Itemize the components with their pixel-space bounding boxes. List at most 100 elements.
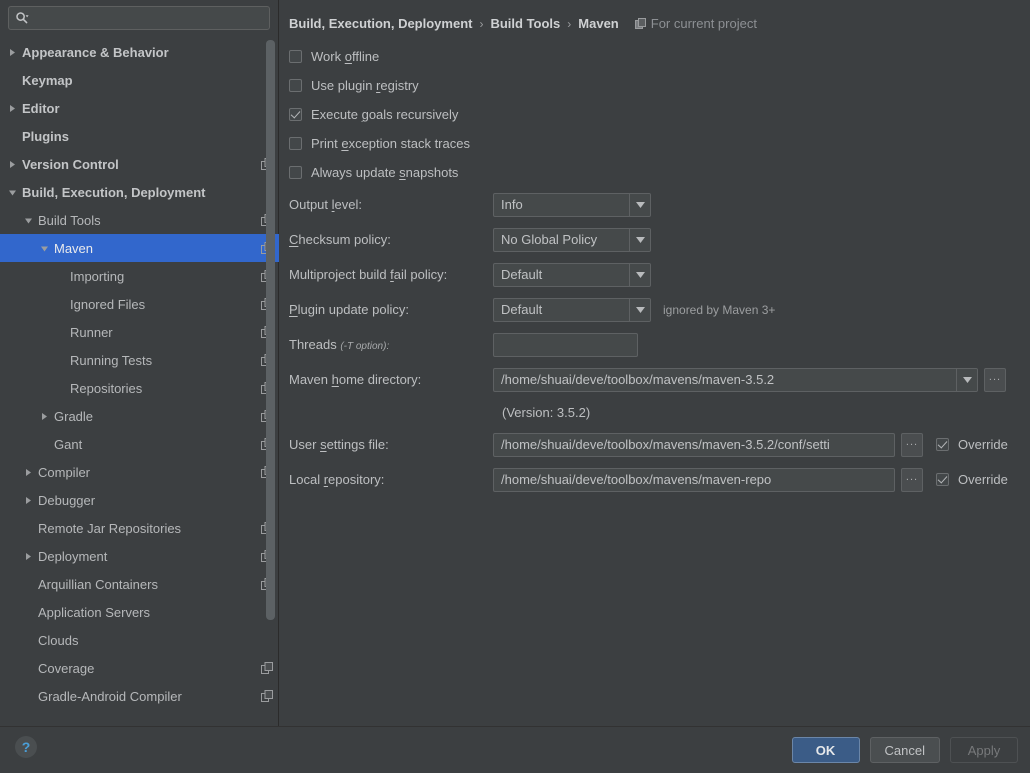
checksum-policy-value: No Global Policy bbox=[501, 232, 598, 247]
chevron-down-icon[interactable] bbox=[38, 242, 51, 255]
sidebar-item-gradle-android-compiler[interactable]: Gradle-Android Compiler bbox=[0, 682, 279, 710]
sidebar-item-remote-jar-repositories[interactable]: Remote Jar Repositories bbox=[0, 514, 279, 542]
maven-home-combobox[interactable]: /home/shuai/deve/toolbox/mavens/maven-3.… bbox=[493, 367, 978, 392]
sidebar-item-application-servers[interactable]: Application Servers bbox=[0, 598, 279, 626]
sidebar-item-build-execution-deployment[interactable]: Build, Execution, Deployment bbox=[0, 178, 279, 206]
breadcrumb-item-0[interactable]: Build, Execution, Deployment bbox=[289, 16, 472, 31]
sidebar-item-build-tools[interactable]: Build Tools bbox=[0, 206, 279, 234]
settings-tree: Appearance & Behavior Keymap Editor Plugins… bbox=[0, 36, 279, 710]
sidebar-item-label: Compiler bbox=[38, 464, 91, 480]
chevron-down-icon[interactable] bbox=[629, 193, 650, 216]
help-button[interactable]: ? bbox=[15, 736, 37, 758]
cancel-button[interactable]: Cancel bbox=[869, 737, 940, 763]
maven-home-label: Maven home directory: bbox=[289, 372, 422, 387]
maven-home-browse-button[interactable]: ... bbox=[984, 367, 1006, 392]
sidebar-item-label: Ignored Files bbox=[70, 296, 146, 312]
sidebar-item-repositories[interactable]: Repositories bbox=[0, 374, 279, 402]
maven-checkbox-list: Work offline Use plugin registry Execute g… bbox=[289, 42, 1030, 187]
sidebar-scrollbar-thumb[interactable] bbox=[266, 40, 275, 620]
sidebar-item-label: Running Tests bbox=[70, 352, 153, 368]
chevron-down-icon[interactable] bbox=[629, 263, 650, 286]
output-level-label: Output level: bbox=[289, 197, 362, 212]
chevron-right-icon[interactable] bbox=[6, 158, 19, 171]
local-repository-input[interactable]: /home/shuai/deve/toolbox/mavens/maven-re… bbox=[493, 467, 895, 492]
checksum-policy-combobox[interactable]: No Global Policy bbox=[493, 227, 651, 252]
plugin-update-policy-combobox[interactable]: Default bbox=[493, 297, 651, 322]
checkbox-row-print-exception-stack-traces[interactable]: Print exception stack traces bbox=[289, 129, 1030, 158]
sidebar-item-clouds[interactable]: Clouds bbox=[0, 626, 279, 654]
dialog-button-bar: OK Cancel Apply bbox=[791, 737, 1018, 763]
checkbox-row-execute-goals-recursively[interactable]: Execute goals recursively bbox=[289, 100, 1030, 129]
module-icon bbox=[634, 18, 646, 29]
user-settings-override[interactable]: Override bbox=[936, 437, 1008, 452]
sidebar-item-label: Keymap bbox=[22, 72, 73, 88]
checkbox-row-work-offline[interactable]: Work offline bbox=[289, 42, 1030, 71]
sidebar-item-arquillian-containers[interactable]: Arquillian Containers bbox=[0, 570, 279, 598]
checkbox-print-exception-stack-traces[interactable] bbox=[289, 137, 302, 150]
chevron-down-icon[interactable] bbox=[22, 214, 35, 227]
user-settings-override-checkbox[interactable] bbox=[936, 438, 949, 451]
multiproject-fail-policy-combobox[interactable]: Default bbox=[493, 262, 651, 287]
chevron-right-icon[interactable] bbox=[22, 466, 35, 479]
sidebar-item-compiler[interactable]: Compiler bbox=[0, 458, 279, 486]
chevron-right-icon[interactable] bbox=[22, 550, 35, 563]
sidebar-item-runner[interactable]: Runner bbox=[0, 318, 279, 346]
settings-main-panel: Build, Execution, Deployment › Build Too… bbox=[280, 0, 1030, 726]
chevron-down-icon[interactable] bbox=[629, 228, 650, 251]
maven-settings-form: Work offline Use plugin registry Execute g… bbox=[280, 34, 1030, 497]
settings-tree-scroll: Appearance & Behavior Keymap Editor Plugins… bbox=[0, 36, 279, 726]
checkbox-execute-goals-recursively[interactable] bbox=[289, 108, 302, 121]
sidebar-item-running-tests[interactable]: Running Tests bbox=[0, 346, 279, 374]
sidebar-item-label: Editor bbox=[22, 100, 60, 116]
chevron-down-icon[interactable] bbox=[629, 298, 650, 321]
sidebar-item-gradle[interactable]: Gradle bbox=[0, 402, 279, 430]
threads-input[interactable] bbox=[493, 332, 638, 357]
checkbox-use-plugin-registry[interactable] bbox=[289, 79, 302, 92]
chevron-right-icon[interactable] bbox=[22, 494, 35, 507]
chevron-right-icon[interactable] bbox=[6, 46, 19, 59]
ok-button[interactable]: OK bbox=[791, 737, 860, 763]
sidebar-item-ignored-files[interactable]: Ignored Files bbox=[0, 290, 279, 318]
output-level-combobox[interactable]: Info bbox=[493, 192, 651, 217]
sidebar-item-editor[interactable]: Editor bbox=[0, 94, 279, 122]
sidebar-item-gant[interactable]: Gant bbox=[0, 430, 279, 458]
sidebar-item-label: Gradle-Android Compiler bbox=[38, 688, 182, 704]
search-box[interactable] bbox=[8, 6, 270, 30]
sidebar-item-importing[interactable]: Importing bbox=[0, 262, 279, 290]
checkbox-row-use-plugin-registry[interactable]: Use plugin registry bbox=[289, 71, 1030, 100]
sidebar-item-keymap[interactable]: Keymap bbox=[0, 66, 279, 94]
project-scope-tag: For current project bbox=[634, 16, 757, 31]
sidebar-item-plugins[interactable]: Plugins bbox=[0, 122, 279, 150]
sidebar-scrollbar[interactable] bbox=[266, 40, 275, 720]
sidebar-item-coverage[interactable]: Coverage bbox=[0, 654, 279, 682]
sidebar-item-maven[interactable]: Maven bbox=[0, 234, 279, 262]
user-settings-browse-button[interactable]: ... bbox=[901, 432, 923, 457]
sidebar-item-debugger[interactable]: Debugger bbox=[0, 486, 279, 514]
sidebar-item-label: Deployment bbox=[38, 548, 108, 564]
user-settings-input[interactable]: /home/shuai/deve/toolbox/mavens/maven-3.… bbox=[493, 432, 895, 457]
sidebar-item-label: Coverage bbox=[38, 660, 95, 676]
search-input[interactable] bbox=[29, 11, 269, 25]
sidebar-item-deployment[interactable]: Deployment bbox=[0, 542, 279, 570]
maven-version-note: (Version: 3.5.2) bbox=[502, 404, 591, 420]
chevron-down-icon[interactable] bbox=[956, 368, 977, 391]
sidebar-item-version-control[interactable]: Version Control bbox=[0, 150, 279, 178]
local-repository-override[interactable]: Override bbox=[936, 472, 1008, 487]
checkbox-work-offline[interactable] bbox=[289, 50, 302, 63]
checkbox-row-always-update-snapshots[interactable]: Always update snapshots bbox=[289, 158, 1030, 187]
local-repository-override-checkbox[interactable] bbox=[936, 473, 949, 486]
chevron-right-icon[interactable] bbox=[6, 102, 19, 115]
chevron-right-icon[interactable] bbox=[38, 410, 51, 423]
checkbox-always-update-snapshots[interactable] bbox=[289, 166, 302, 179]
breadcrumb-item-1[interactable]: Build Tools bbox=[490, 16, 560, 31]
sidebar-item-appearance-behavior[interactable]: Appearance & Behavior bbox=[0, 38, 279, 66]
local-repository-browse-button[interactable]: ... bbox=[901, 467, 923, 492]
chevron-down-icon[interactable] bbox=[6, 186, 19, 199]
